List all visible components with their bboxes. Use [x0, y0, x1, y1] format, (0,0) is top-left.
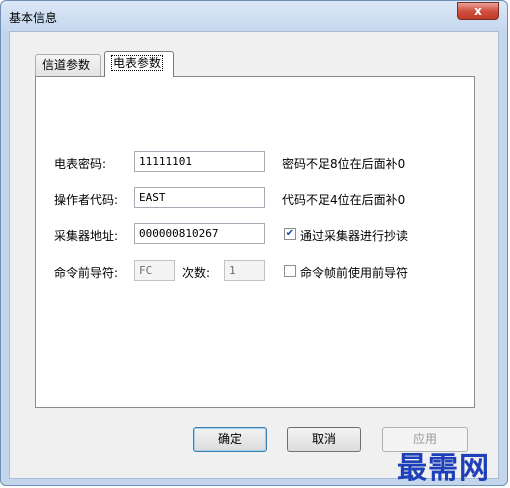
- window-title: 基本信息: [9, 11, 58, 25]
- use-prefix-label: 命令帧前使用前导符: [300, 266, 409, 280]
- use-prefix-checkbox[interactable]: [284, 265, 296, 277]
- command-prefix-input[interactable]: FC: [134, 260, 175, 281]
- title-bar[interactable]: 基本信息 x: [1, 1, 507, 31]
- checkmark-icon: ✔: [285, 228, 295, 239]
- use-collector-label: 通过采集器进行抄读: [300, 229, 409, 243]
- close-icon: x: [474, 4, 482, 18]
- tab-panel-meter-params: 电表密码: 11111101 密码不足8位在后面补0 操作者代码: EAST 代…: [35, 76, 475, 408]
- tab-label: 信道参数: [42, 58, 91, 72]
- dialog-client-area: 信道参数 电表参数 电表密码: 11111101 密码不足8位在后面补0 操作者…: [9, 31, 499, 479]
- tab-label: 电表参数: [111, 55, 164, 71]
- ok-button[interactable]: 确定: [193, 427, 267, 452]
- count-input[interactable]: 1: [224, 260, 265, 281]
- meter-password-hint: 密码不足8位在后面补0: [282, 157, 406, 171]
- watermark-logo: 最需网: [397, 451, 490, 486]
- meter-password-input[interactable]: 11111101: [134, 151, 265, 172]
- tab-meter-params[interactable]: 电表参数: [104, 51, 174, 77]
- operator-code-input[interactable]: EAST: [134, 187, 265, 208]
- meter-password-label: 电表密码:: [54, 157, 107, 171]
- cancel-button[interactable]: 取消: [287, 427, 361, 452]
- collector-address-label: 采集器地址:: [54, 229, 119, 243]
- close-button[interactable]: x: [457, 2, 499, 20]
- operator-code-hint: 代码不足4位在后面补0: [282, 193, 406, 207]
- command-prefix-label: 命令前导符:: [54, 266, 119, 280]
- count-label: 次数:: [182, 266, 211, 280]
- collector-address-input[interactable]: 000000810267: [134, 223, 265, 244]
- tab-channel-params[interactable]: 信道参数: [35, 54, 101, 76]
- operator-code-label: 操作者代码:: [54, 193, 119, 207]
- dialog-window: 基本信息 x 信道参数 电表参数 电表密码: 11111101 密码不足8位在后…: [0, 0, 508, 486]
- use-collector-checkbox[interactable]: ✔: [284, 228, 296, 240]
